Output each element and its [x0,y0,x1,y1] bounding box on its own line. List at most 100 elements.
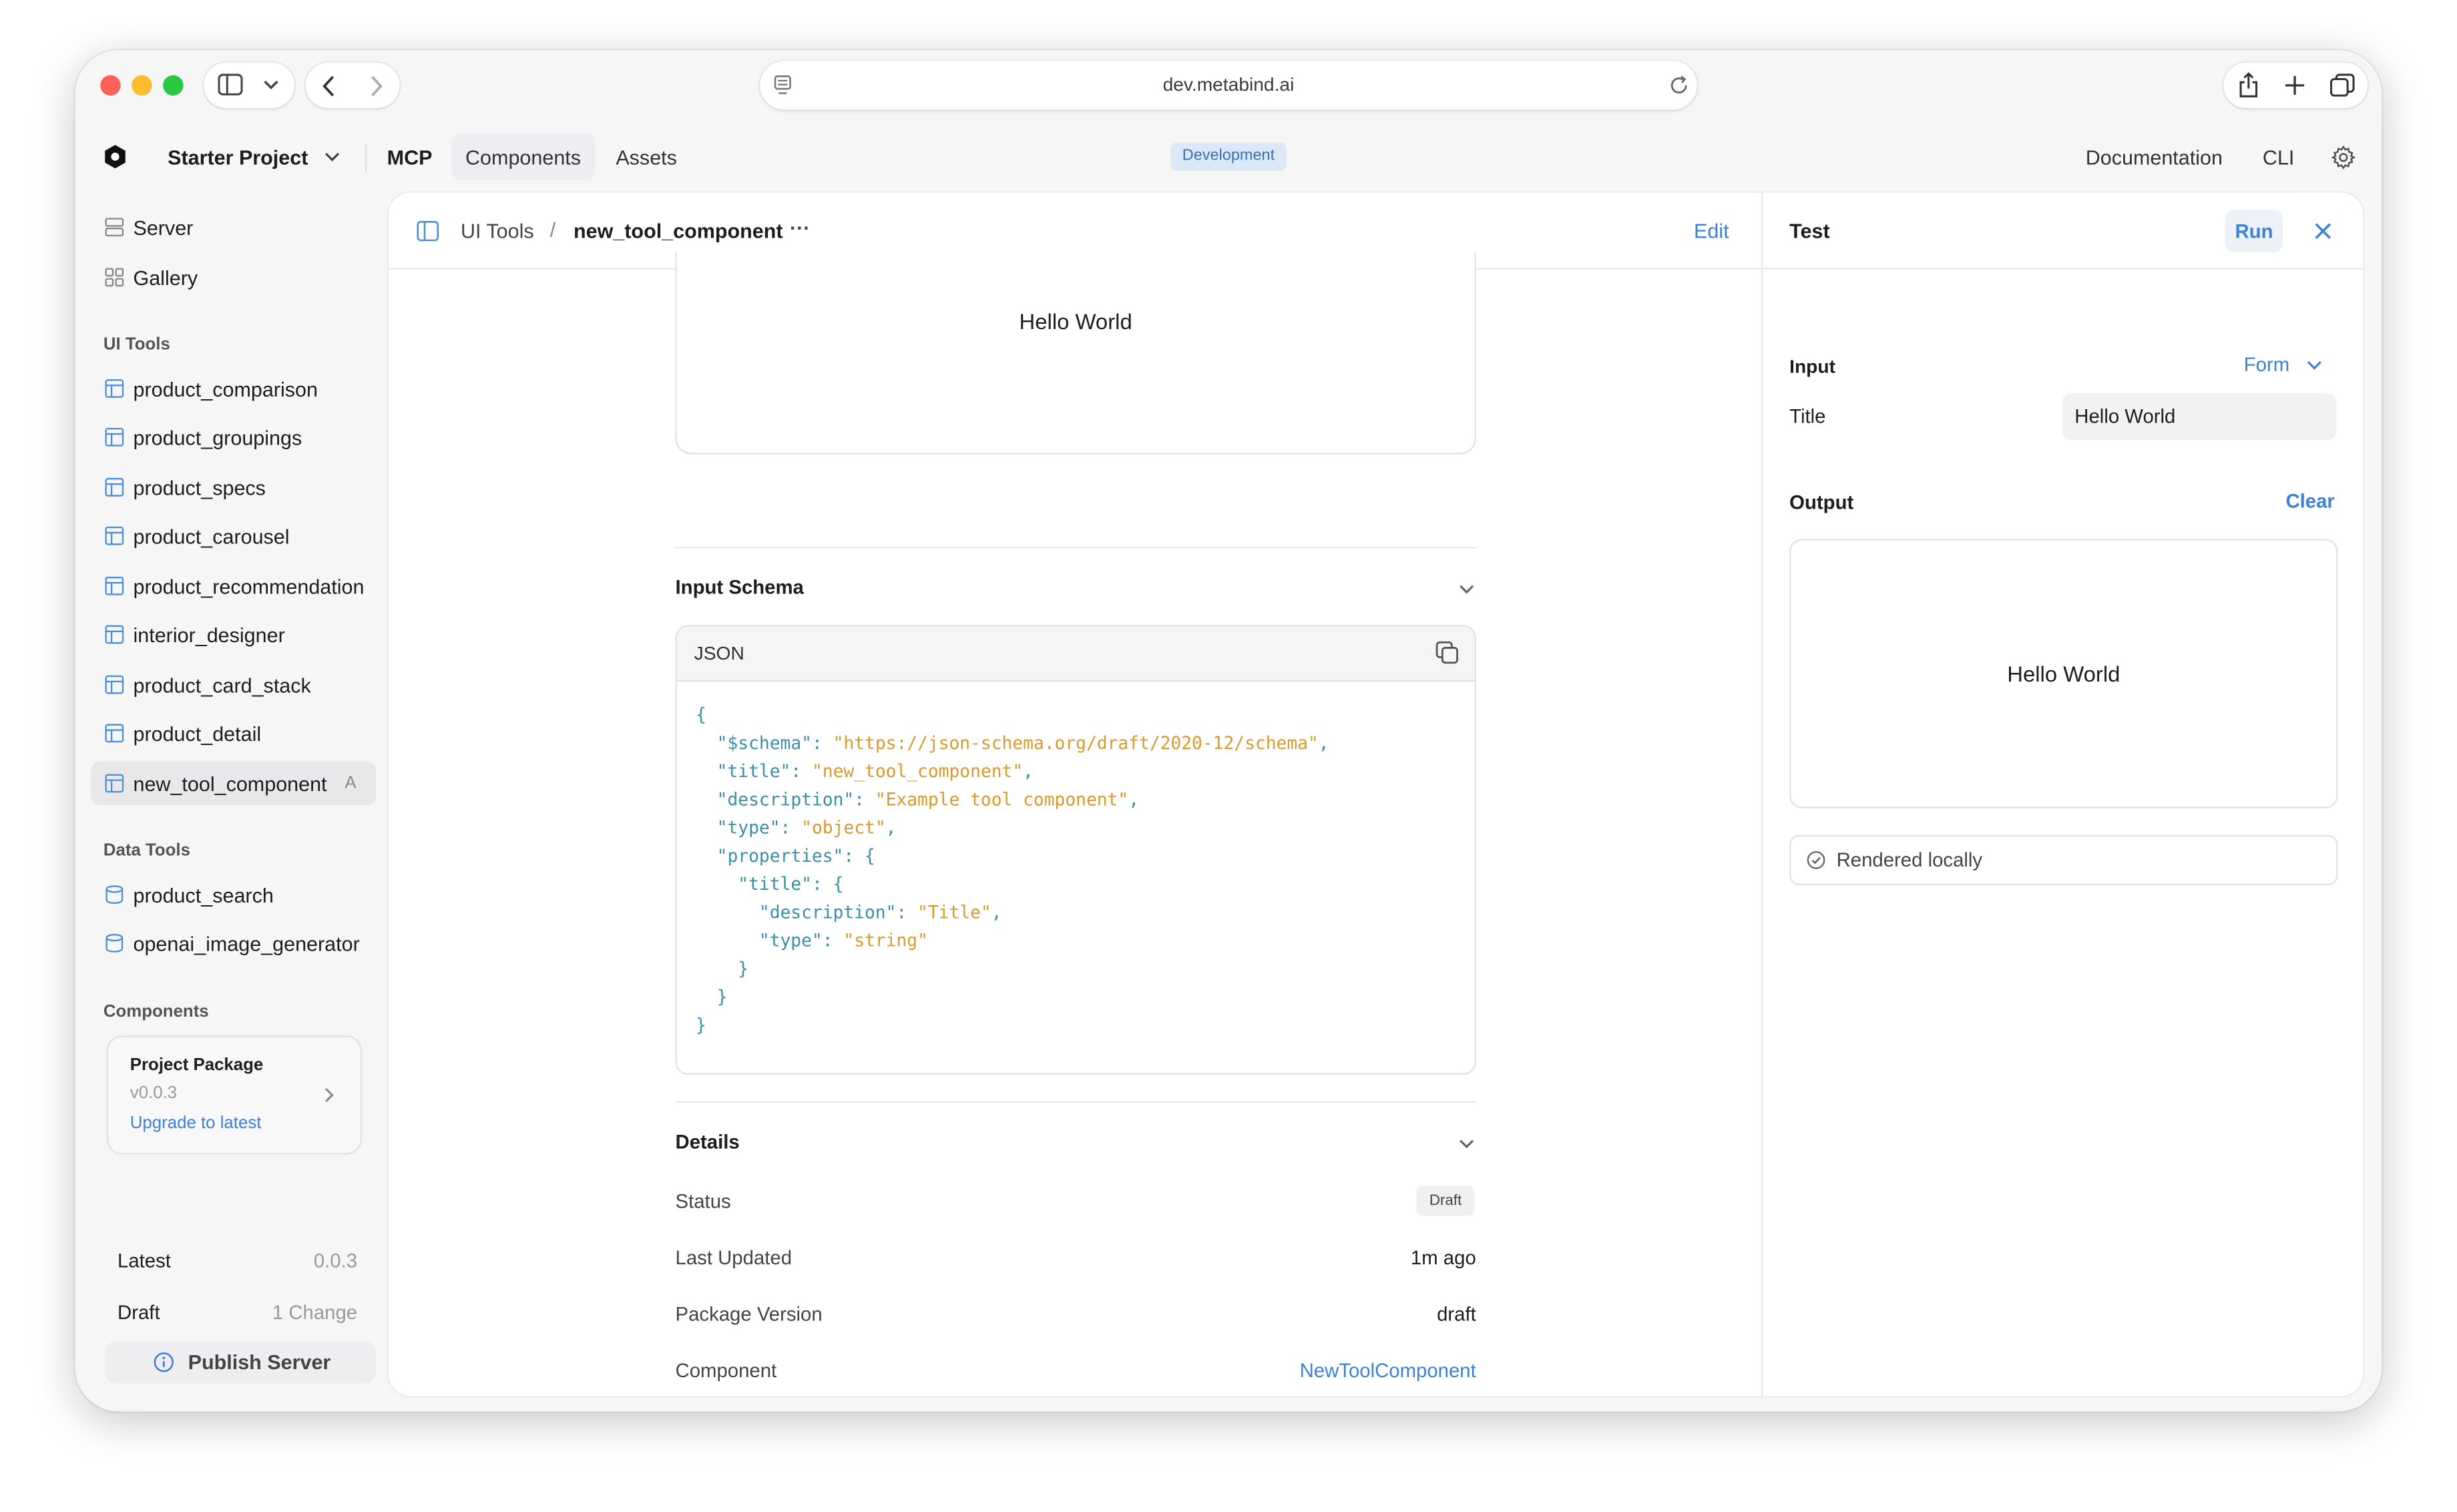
sidebar-item-server[interactable]: Server [91,205,376,249]
details-title[interactable]: Details [676,1131,740,1153]
sidebar-item-product-comparison[interactable]: product_comparison [91,366,376,411]
address-bar[interactable]: dev.metabind.ai [760,61,1697,110]
browser-window: dev.metabind.ai Starter Project MCP Comp… [75,50,2382,1412]
sidebar-item-label: product_recommendation [133,575,365,599]
tab-mcp[interactable]: MCP [387,146,433,169]
title-field-label: Title [1789,405,1826,428]
json-code: { "$schema": "https://json-schema.org/dr… [677,680,1475,1073]
table-icon [105,379,124,398]
app-logo-icon[interactable] [103,144,127,170]
run-button[interactable]: Run [2225,210,2283,252]
reload-icon[interactable] [1668,75,1689,96]
window-actions-group [2223,62,2368,108]
output-preview: Hello World [1789,539,2338,809]
sidebar-item-label: interior_designer [133,623,285,648]
status-badge: Draft [1416,1186,1475,1216]
breadcrumb-parent[interactable]: UI Tools [461,220,534,243]
chevron-down-icon [263,80,278,91]
sidebar-item-interior-designer[interactable]: interior_designer [91,613,376,657]
json-code-text: { "$schema": "https://json-schema.org/dr… [696,705,1329,1036]
chevron-right-icon [324,1087,334,1103]
section-divider [675,547,1476,549]
new-tab-icon[interactable] [2285,75,2305,96]
sidebar-item-new-tool-component[interactable]: new_tool_component A [91,761,377,806]
publish-server-button[interactable]: Publish Server [105,1340,377,1384]
cli-link[interactable]: CLI [2263,146,2294,169]
run-button-label: Run [2235,220,2273,243]
breadcrumb-current: new_tool_component [573,219,783,243]
back-icon[interactable] [321,75,337,97]
sidebar-item-product-detail[interactable]: product_detail [91,711,376,755]
input-schema-title[interactable]: Input Schema [676,577,804,599]
sidebar-item-product-groupings[interactable]: product_groupings [91,415,376,459]
sidebar-item-product-carousel[interactable]: product_carousel [91,514,376,558]
sidebar-item-gallery[interactable]: Gallery [91,256,376,300]
input-mode-select[interactable]: Form [2244,354,2338,379]
gear-icon[interactable] [2331,146,2356,170]
status-label: Status [675,1190,731,1213]
status-badge-text: Draft [1429,1192,1462,1210]
package-version-label: Package Version [675,1303,823,1326]
server-icon [105,218,124,237]
render-status-bar: Rendered locally [1789,834,2338,885]
history-nav-group [305,62,400,108]
package-card[interactable]: Project Package v0.0.3 Upgrade to latest [106,1035,363,1155]
output-text: Hello World [2007,661,2120,686]
input-section-label: Input [1789,355,1835,378]
json-label: JSON [694,642,744,665]
more-options-button[interactable]: ··· [790,216,811,240]
sidebar-item-product-recommendation[interactable]: product_recommendation [91,564,376,608]
table-icon [105,625,124,644]
sidebar-item-label: product_carousel [133,525,290,549]
chevron-down-icon[interactable] [1459,1139,1474,1150]
sidebar-item-label: Server [133,216,194,240]
panel-toggle-icon[interactable] [417,221,439,242]
sidebar-item-product-card-stack[interactable]: product_card_stack [91,663,376,707]
components-section-title: Components [103,1003,209,1022]
input-mode-value: Form [2243,354,2290,376]
forward-icon[interactable] [369,75,384,97]
edit-button[interactable]: Edit [1694,220,1729,243]
main-panel: UI Tools / new_tool_component ··· Edit H… [389,192,2364,1397]
table-icon [105,724,124,743]
component-link[interactable]: NewToolComponent [1241,1360,1476,1382]
json-schema-card: JSON { "$schema": "https://json-schema.o… [675,625,1476,1075]
test-panel-title: Test [1789,219,1830,243]
header-divider [365,144,367,173]
clear-button[interactable]: Clear [2269,491,2334,513]
sidebar-item-label: Gallery [133,266,198,290]
tab-overview-icon[interactable] [2329,73,2356,97]
tab-components[interactable]: Components [451,133,596,180]
preview-card: Hello World [675,252,1476,455]
sidebar-item-label: product_card_stack [133,674,311,698]
package-name: Project Package [130,1055,264,1075]
table-icon [105,774,124,793]
tab-assets[interactable]: Assets [616,146,677,169]
zoom-window-button[interactable] [163,75,184,96]
breadcrumb-separator: / [549,218,556,242]
sidebar-toggle-group[interactable] [204,62,295,108]
documentation-link[interactable]: Documentation [2086,146,2223,169]
chevron-down-icon[interactable] [1459,584,1474,595]
data-tools-section-title: Data Tools [103,841,190,860]
project-switcher[interactable]: Starter Project [168,144,340,172]
upgrade-link[interactable]: Upgrade to latest [130,1114,262,1133]
share-icon[interactable] [2237,72,2259,99]
publish-server-label: Publish Server [188,1350,331,1374]
sidebar-item-openai-image-generator[interactable]: openai_image_generator [91,921,376,965]
minimize-window-button[interactable] [132,75,152,96]
output-section-label: Output [1789,491,1854,514]
table-icon [105,427,124,447]
copy-icon[interactable] [1435,641,1459,664]
environment-badge: Development [1170,142,1287,171]
sidebar-item-product-specs[interactable]: product_specs [91,465,376,509]
sidebar-item-label: openai_image_generator [133,932,360,956]
last-updated-value: 1m ago [1410,1247,1476,1269]
close-icon[interactable] [2314,222,2331,240]
ui-tools-section-title: UI Tools [103,335,170,354]
draft-label: Draft [118,1302,160,1324]
sidebar-item-product-search[interactable]: product_search [91,872,376,917]
title-input[interactable]: Hello World [2062,393,2337,441]
close-window-button[interactable] [100,75,121,96]
title-input-value: Hello World [2074,405,2176,428]
